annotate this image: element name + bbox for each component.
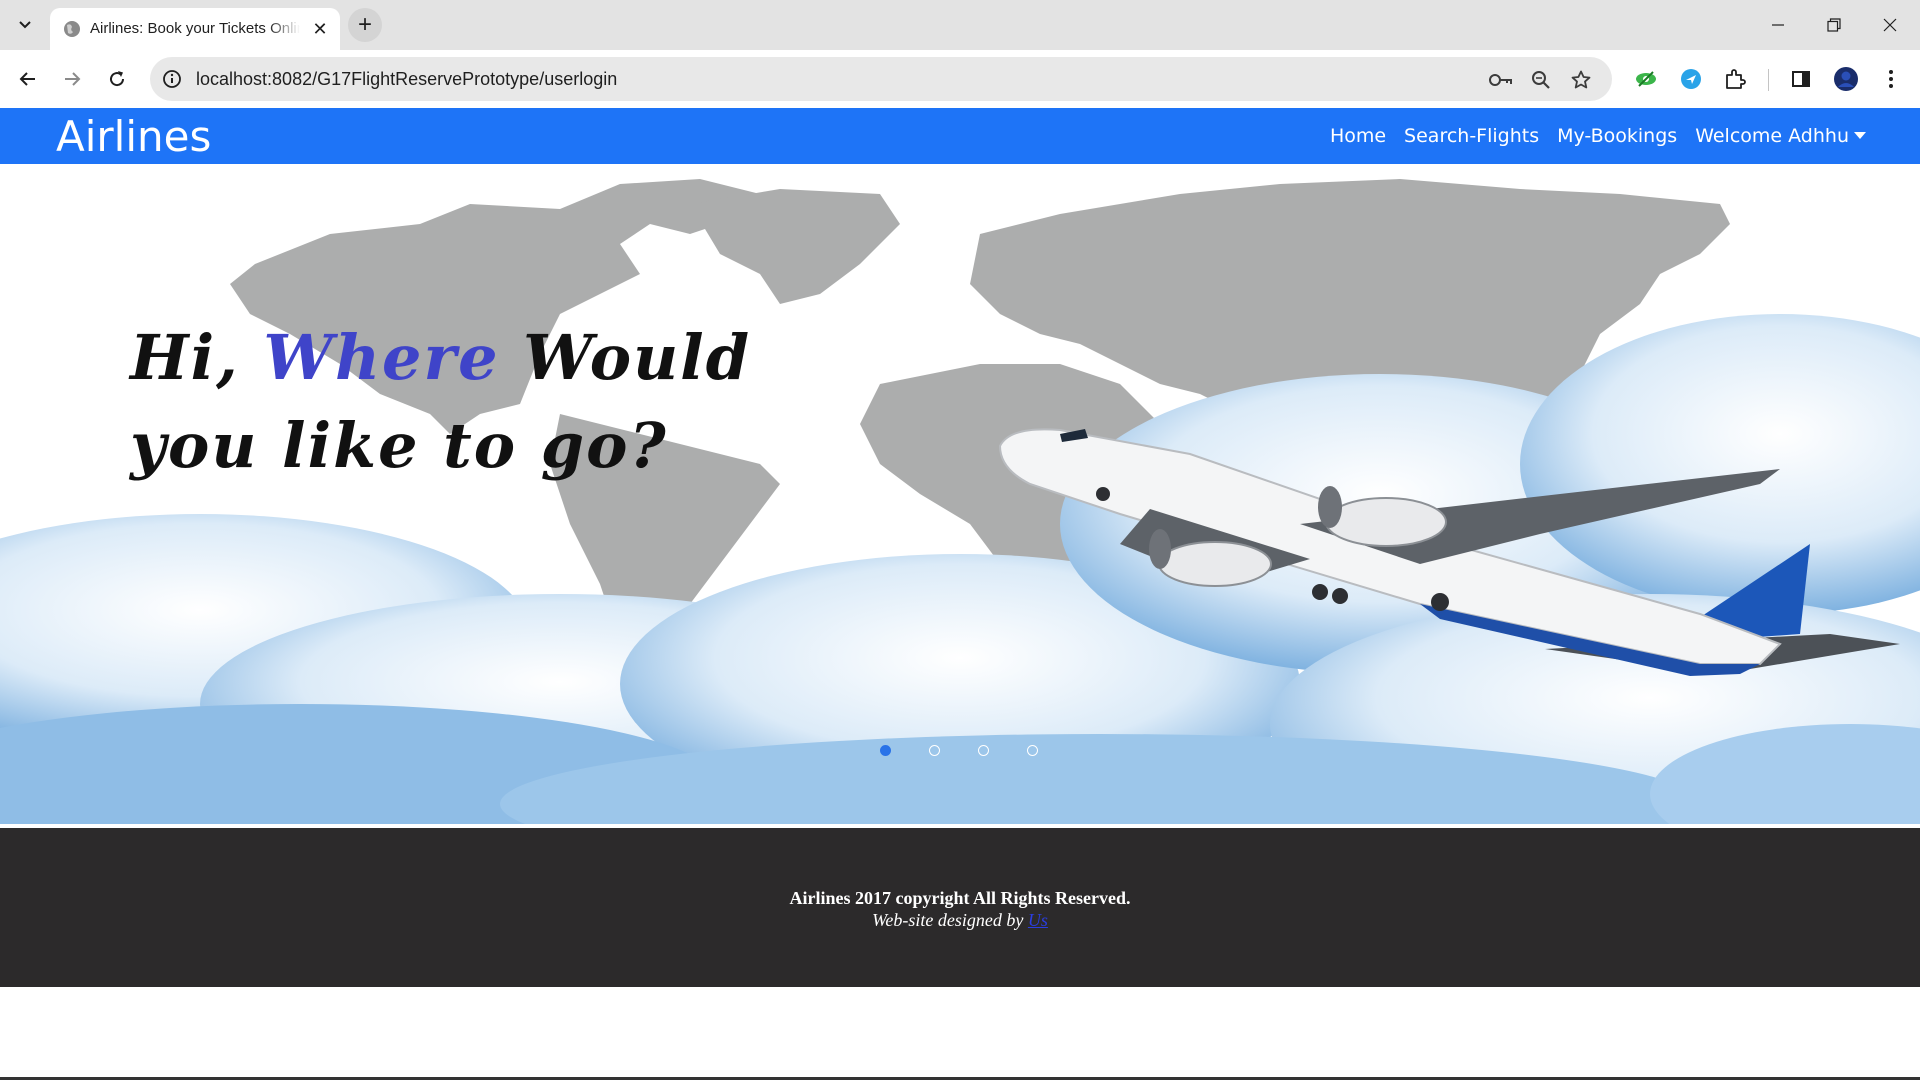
hero-headline-line2: you like to go? (130, 409, 668, 482)
tab-title: Airlines: Book your Tickets Online (90, 20, 300, 37)
carousel-indicator-3[interactable] (978, 745, 989, 756)
nav-links: Home Search-Flights My-Bookings Welcome … (1330, 124, 1866, 148)
extension-blue-icon[interactable] (1677, 65, 1705, 93)
back-arrow-icon[interactable] (12, 63, 44, 95)
site-footer: Airlines 2017 copyright All Rights Reser… (0, 828, 1920, 987)
url-text[interactable]: localhost:8082/G17FlightReservePrototype… (196, 69, 617, 89)
nav-home[interactable]: Home (1330, 124, 1386, 148)
address-bar[interactable]: localhost:8082/G17FlightReservePrototype… (150, 57, 1612, 101)
extension-eye-icon[interactable] (1632, 65, 1660, 93)
kebab-menu-icon[interactable] (1877, 65, 1905, 93)
forward-arrow-icon[interactable] (56, 63, 88, 95)
star-icon[interactable] (1568, 67, 1594, 93)
footer-designed-by-text: Web-site designed by (872, 910, 1028, 930)
nav-my-bookings[interactable]: My-Bookings (1557, 124, 1677, 148)
hero-headline-line1: Hi, Where Would (130, 314, 751, 402)
user-menu-dropdown[interactable]: Welcome Adhhu (1695, 124, 1866, 148)
toolbar-divider (1768, 69, 1769, 91)
footer-designed-by: Web-site designed by Us (0, 909, 1920, 931)
close-window-icon[interactable] (1862, 0, 1918, 50)
plus-icon[interactable]: + (348, 8, 382, 42)
hero-text-where: Where (263, 321, 500, 394)
key-icon[interactable] (1488, 67, 1514, 93)
minimize-icon[interactable] (1750, 0, 1806, 50)
site-brand[interactable]: Airlines (56, 113, 211, 161)
hero-carousel: Hi, Where Would you like to go? (0, 164, 1920, 824)
hero-text-hi: Hi, (130, 321, 264, 394)
carousel-indicator-1[interactable] (880, 745, 891, 756)
zoom-icon[interactable] (1528, 67, 1554, 93)
carousel-indicator-4[interactable] (1027, 745, 1038, 756)
side-panel-icon[interactable] (1787, 65, 1815, 93)
restore-icon[interactable] (1806, 0, 1862, 50)
profile-avatar[interactable] (1832, 65, 1860, 93)
close-icon[interactable]: ✕ (310, 19, 330, 39)
browser-tab-strip: Airlines: Book your Tickets Online ✕ + (0, 0, 1920, 50)
hero-illustration (0, 164, 1920, 824)
hero-headline: Hi, Where Would you like to go? (130, 314, 751, 490)
site-info-icon[interactable] (162, 69, 182, 89)
footer-designer-link[interactable]: Us (1028, 910, 1048, 930)
caret-down-icon (1854, 132, 1866, 139)
carousel-indicators (880, 745, 1038, 756)
carousel-indicator-2[interactable] (929, 745, 940, 756)
puzzle-icon[interactable] (1721, 65, 1749, 93)
hero-text-would: Would (499, 321, 752, 394)
tab-list-icon[interactable] (8, 12, 42, 38)
globe-icon (62, 19, 82, 39)
user-menu-label: Welcome Adhhu (1695, 125, 1849, 147)
nav-search-flights[interactable]: Search-Flights (1404, 124, 1539, 148)
browser-toolbar: localhost:8082/G17FlightReservePrototype… (0, 50, 1920, 108)
reload-icon[interactable] (101, 63, 133, 95)
site-navbar: Airlines Home Search-Flights My-Bookings… (0, 108, 1920, 164)
browser-tab[interactable]: Airlines: Book your Tickets Online ✕ (50, 8, 340, 50)
footer-copyright: Airlines 2017 copyright All Rights Reser… (789, 888, 1131, 908)
